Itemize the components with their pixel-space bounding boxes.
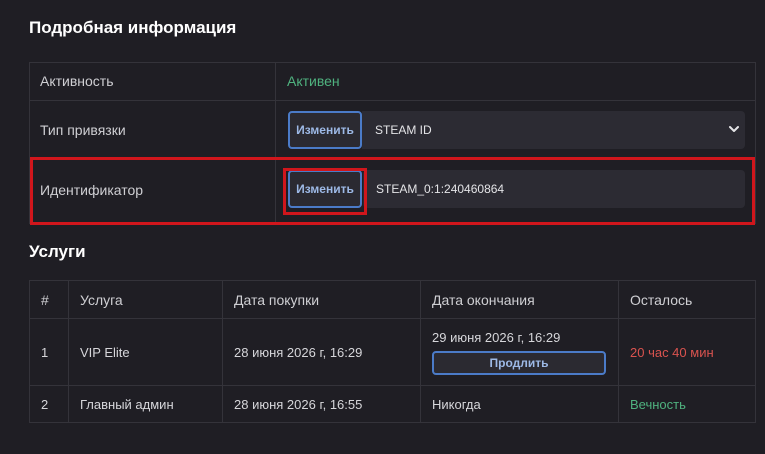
header-purchase-date: Дата покупки (222, 280, 421, 319)
header-remaining: Осталось (618, 280, 756, 319)
row-end-date: 29 июня 2026 г, 16:29 (432, 329, 561, 345)
services-title: Услуги (29, 242, 86, 261)
row-num: 2 (29, 385, 69, 423)
identifier-field[interactable]: STEAM_0:1:240460864 (363, 170, 745, 208)
row-service: Главный админ (68, 385, 223, 423)
row-purchase-date: 28 июня 2026 г, 16:29 (222, 318, 421, 386)
services-table: # Услуга Дата покупки Дата окончания Ост… (29, 280, 756, 423)
binding-type-select[interactable]: STEAM ID (362, 111, 745, 149)
services-header-row: # Услуга Дата покупки Дата окончания Ост… (29, 280, 756, 319)
row-end-cell: 29 июня 2026 г, 16:29 Продлить (420, 318, 619, 386)
row-num: 1 (29, 318, 69, 386)
details-table: Активность Активен Тип привязки Изменить… (29, 62, 756, 224)
header-service: Услуга (68, 280, 223, 319)
chevron-down-icon (729, 126, 739, 132)
header-num: # (29, 280, 69, 319)
row-purchase-date: 28 июня 2026 г, 16:55 (222, 385, 421, 423)
binding-type-row: Тип привязки Изменить STEAM ID (29, 101, 756, 160)
identifier-label: Идентификатор (40, 182, 144, 198)
row-end-date: Никогда (420, 385, 619, 423)
binding-type-label: Тип привязки (40, 122, 126, 138)
row-remaining: Вечность (618, 385, 756, 423)
identifier-row: Идентификатор Изменить STEAM_0:1:2404608… (29, 160, 756, 224)
table-row: 2 Главный админ 28 июня 2026 г, 16:55 Ни… (29, 385, 756, 423)
change-identifier-button[interactable]: Изменить (288, 170, 362, 208)
binding-type-value: STEAM ID (375, 123, 432, 137)
activity-status: Активен (287, 73, 340, 89)
activity-row: Активность Активен (29, 63, 756, 101)
row-remaining: 20 час 40 мин (618, 318, 756, 386)
renew-button[interactable]: Продлить (432, 350, 606, 375)
change-binding-type-button[interactable]: Изменить (288, 111, 362, 149)
row-service: VIP Elite (68, 318, 223, 386)
table-row: 1 VIP Elite 28 июня 2026 г, 16:29 29 июн… (29, 318, 756, 386)
details-title: Подробная информация (29, 18, 237, 37)
header-end-date: Дата окончания (420, 280, 619, 319)
activity-label: Активность (40, 73, 114, 89)
identifier-value: STEAM_0:1:240460864 (376, 182, 505, 196)
